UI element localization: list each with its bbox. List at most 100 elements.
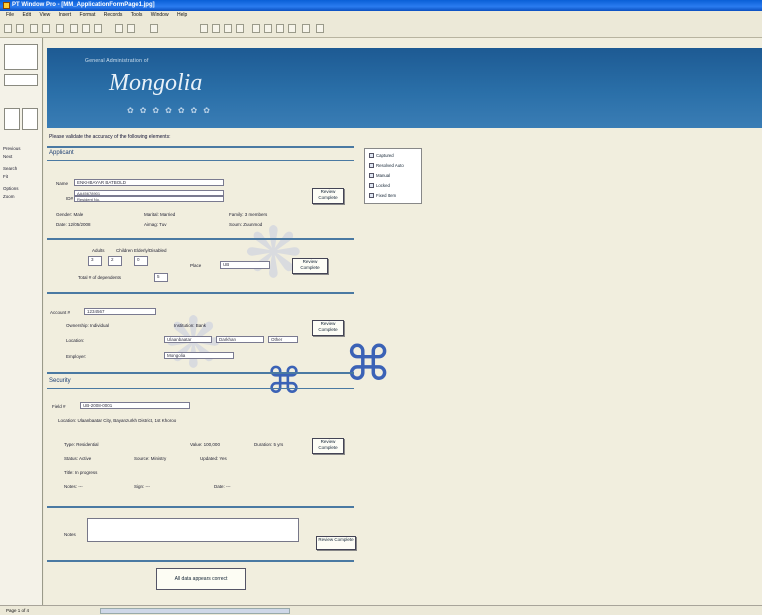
employer-label: Employer: xyxy=(66,354,87,359)
open-icon[interactable] xyxy=(16,24,24,33)
thumbnail-box-2[interactable] xyxy=(4,74,38,86)
section-divider xyxy=(47,238,354,240)
employer-field[interactable]: Mongolia xyxy=(164,352,234,359)
left-item-options[interactable]: Options xyxy=(3,186,19,191)
left-item-zoom[interactable]: Zoom xyxy=(3,194,15,199)
legend-swatch-icon xyxy=(369,183,374,189)
left-item-search[interactable]: Search xyxy=(3,166,17,171)
zoom-icon[interactable] xyxy=(302,24,310,33)
save-icon[interactable] xyxy=(30,24,38,33)
thumbnail-box[interactable] xyxy=(4,44,38,70)
app-window: PT Window Pro - [MM_ApplicationFormPage1… xyxy=(0,0,762,615)
preview-icon[interactable] xyxy=(56,24,64,33)
apply-filter-icon[interactable] xyxy=(236,24,244,33)
security-location: Location: Ulaanbaatar City, Bayanzurkh D… xyxy=(58,418,177,423)
window-icon[interactable] xyxy=(316,24,324,33)
review-household-button[interactable]: Review Complete xyxy=(292,258,328,274)
undo-icon[interactable] xyxy=(115,24,123,33)
location-option-1[interactable]: Ulaanbaatar xyxy=(164,336,212,343)
section-divider xyxy=(47,146,354,148)
account-field[interactable]: 1234567 xyxy=(84,308,156,315)
security-type: Type: Residential xyxy=(64,442,99,447)
name-label: Name xyxy=(56,181,69,186)
new-icon[interactable] xyxy=(4,24,12,33)
legend-item: Captured xyxy=(369,153,394,159)
menu-insert[interactable]: Insert xyxy=(59,12,72,18)
menu-tools[interactable]: Tools xyxy=(131,12,143,18)
find-icon[interactable] xyxy=(252,24,260,33)
legend-item: Fixed Item xyxy=(369,193,396,199)
notes-textarea[interactable] xyxy=(87,518,299,542)
review-applicant-button[interactable]: Review Complete xyxy=(312,188,344,204)
menu-help[interactable]: Help xyxy=(177,12,187,18)
security-sign: Sign: --- xyxy=(134,484,151,489)
elderly-field[interactable]: 0 xyxy=(134,256,148,266)
account-label: Account # xyxy=(50,310,71,315)
print-icon[interactable] xyxy=(42,24,50,33)
form-canvas: General Administration of Mongolia ✿✿✿✿✿… xyxy=(44,38,762,605)
security-updated: Updated: Yes xyxy=(200,456,227,461)
prev-page-button[interactable] xyxy=(4,108,20,130)
place-label: Place xyxy=(190,263,202,268)
menu-view[interactable]: View xyxy=(39,12,50,18)
filter-icon[interactable] xyxy=(224,24,232,33)
id-field-line2[interactable]: Resident No. xyxy=(74,196,224,202)
legend-item: Manual xyxy=(369,173,390,179)
section-divider xyxy=(47,560,354,562)
background-ornament-2: ❋ xyxy=(164,302,223,384)
account-institution: Institution: Bank xyxy=(174,323,207,328)
menu-edit[interactable]: Edit xyxy=(22,12,31,18)
dependents-field[interactable]: 5 xyxy=(154,273,168,282)
left-item-previous[interactable]: Previous xyxy=(3,146,21,151)
header-banner: General Administration of Mongolia ✿✿✿✿✿… xyxy=(47,48,762,128)
new-record-icon[interactable] xyxy=(264,24,272,33)
security-notes: Notes: --- xyxy=(64,484,83,489)
review-security-button[interactable]: Review Complete xyxy=(312,438,344,454)
banner-ornament: ✿✿✿✿✿✿✿ xyxy=(127,106,216,115)
all-data-correct-button[interactable]: All data appears correct xyxy=(156,568,246,590)
section-divider xyxy=(47,160,354,161)
help-icon[interactable] xyxy=(150,24,158,33)
sort-asc-icon[interactable] xyxy=(200,24,208,33)
field-number-label: Field # xyxy=(52,404,66,409)
field-number-input[interactable]: UB-2008-0001 xyxy=(80,402,190,409)
status-bar: Page 1 of 4 xyxy=(0,605,762,615)
location-option-2[interactable]: Darkhan xyxy=(216,336,264,343)
left-item-fit[interactable]: Fit xyxy=(3,174,8,179)
menu-file[interactable]: File xyxy=(6,12,14,18)
security-section-title: Security xyxy=(49,378,71,384)
adults-field[interactable]: 3 xyxy=(88,256,102,266)
next-page-button[interactable] xyxy=(22,108,38,130)
notes-label: Notes xyxy=(64,532,76,537)
background-ornament: ❋ xyxy=(244,212,303,294)
review-notes-button[interactable]: Review Complete xyxy=(316,536,356,550)
redo-icon[interactable] xyxy=(127,24,135,33)
properties-icon[interactable] xyxy=(288,24,296,33)
menu-records[interactable]: Records xyxy=(104,12,123,18)
delete-record-icon[interactable] xyxy=(276,24,284,33)
menu-bar: File Edit View Insert Format Records Too… xyxy=(0,11,762,20)
cut-icon[interactable] xyxy=(70,24,78,33)
account-ownership: Ownership: Individual xyxy=(66,323,110,328)
place-field[interactable]: UB xyxy=(220,261,270,269)
security-title: Title: In progress xyxy=(64,470,98,475)
applicant-section-title: Applicant xyxy=(49,150,74,156)
menu-window[interactable]: Window xyxy=(151,12,169,18)
applicant-aimag: Aimag: Tuv xyxy=(144,222,167,227)
children-label: Children xyxy=(116,248,133,253)
copy-icon[interactable] xyxy=(82,24,90,33)
endless-knot-icon-large: ⌘ xyxy=(344,336,392,392)
applicant-gender: Gender: Male xyxy=(56,212,84,217)
menu-format[interactable]: Format xyxy=(80,12,96,18)
horizontal-scrollbar[interactable] xyxy=(100,608,290,614)
sort-desc-icon[interactable] xyxy=(212,24,220,33)
left-item-next[interactable]: Next xyxy=(3,154,12,159)
paste-icon[interactable] xyxy=(94,24,102,33)
elderly-label: Elderly/Disabled xyxy=(134,248,167,253)
review-account-button[interactable]: Review Complete xyxy=(312,320,344,336)
title-bar: PT Window Pro - [MM_ApplicationFormPage1… xyxy=(0,0,762,11)
name-field[interactable]: ENKHBAYAR BATBOLD xyxy=(74,179,224,186)
location-option-3[interactable]: Other xyxy=(268,336,298,343)
children-field[interactable]: 2 xyxy=(108,256,122,266)
section-divider xyxy=(47,388,354,389)
